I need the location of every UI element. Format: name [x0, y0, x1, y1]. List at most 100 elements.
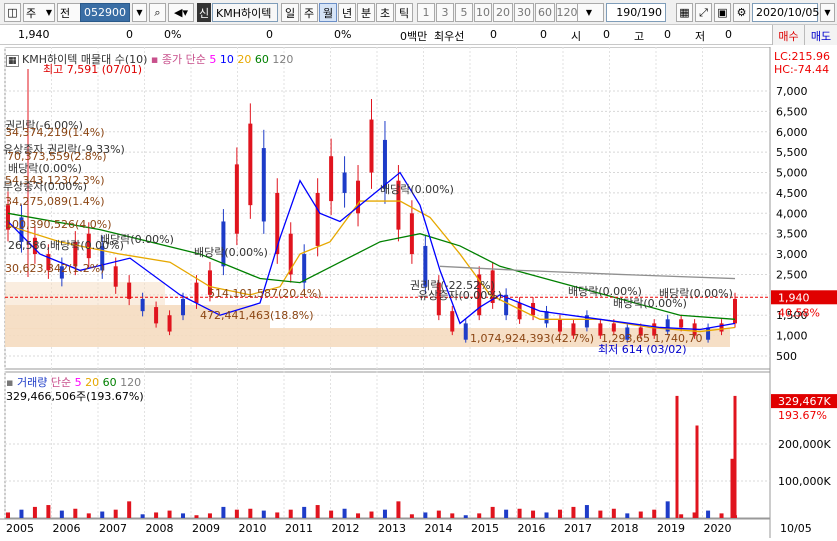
quote-price: 1,940: [18, 28, 50, 41]
period-select[interactable]: 주 ▼: [23, 3, 55, 22]
volume-bar: [571, 506, 576, 518]
period-tab-2[interactable]: 월: [319, 3, 337, 22]
stock-code-value: 052900: [84, 6, 126, 19]
volume-bar: [261, 510, 266, 518]
zoom-icon[interactable]: ⤢: [695, 3, 712, 22]
candle: [557, 319, 562, 332]
price-panel-title: KMH하이텍 매물대 수(10): [22, 53, 148, 66]
candle: [127, 282, 132, 299]
candle: [167, 315, 172, 332]
annotation-label: 배당락(0.00%): [100, 233, 174, 246]
price-tick-label: 4,000: [776, 207, 808, 220]
volume-bar: [396, 501, 401, 518]
candle: [450, 311, 455, 332]
period-tab-5[interactable]: 초: [376, 3, 394, 22]
annotation-label: 배당락(0.00%): [194, 246, 268, 259]
quote-low: 0: [725, 28, 732, 41]
volume-bar: [315, 505, 320, 518]
chevron-down-icon: ▼: [45, 8, 52, 17]
interval-button-30[interactable]: 30: [514, 3, 534, 22]
price-legend: ▦ KMH하이텍 매물대 수(10) ▪ 종가 단순 5 10 20 60 12…: [6, 53, 294, 67]
date-value: 2020/10/05: [756, 6, 820, 19]
candle: [234, 164, 239, 234]
ma-20: 20: [237, 53, 252, 66]
interval-button-3[interactable]: 3: [436, 3, 454, 22]
candle: [315, 192, 320, 246]
sound-button[interactable]: ◀▾: [168, 3, 194, 22]
bar-count-input[interactable]: 190/190: [606, 3, 666, 22]
quote-v3: 0: [540, 28, 547, 41]
bar-count-value: 190/190: [616, 6, 662, 19]
volume-bar: [463, 515, 468, 518]
annotation-label: 배당락(0.00%): [659, 287, 733, 300]
volume-bar: [356, 513, 361, 518]
volume-bar: [409, 514, 414, 518]
volume-bar: [32, 506, 37, 518]
price-tick-label: 6,000: [776, 126, 808, 139]
interval-button-120[interactable]: 120: [556, 3, 578, 22]
chart-settings-icon[interactable]: ▦: [6, 55, 19, 67]
search-button[interactable]: ⌕: [149, 3, 166, 22]
candle: [517, 303, 522, 320]
bar-count-select[interactable]: ▼: [574, 3, 604, 22]
date-input[interactable]: 2020/10/05: [752, 3, 820, 22]
volume-bar: [369, 511, 374, 518]
annotation-label: 배당락(0.00%): [380, 183, 454, 196]
period-tab-0[interactable]: 일: [281, 3, 299, 22]
candle: [409, 213, 414, 255]
year-label: 2019: [657, 522, 685, 535]
code-dropdown-button[interactable]: ▼: [132, 3, 147, 22]
volume-bar: [207, 513, 212, 518]
quote-low-label: 저: [695, 30, 706, 43]
price-tick-label: 7,000: [776, 85, 808, 98]
volume-bar: [611, 508, 616, 518]
price-tick-label: 1,000: [776, 330, 808, 343]
grid-icon[interactable]: ▦: [676, 3, 693, 22]
chevron-down-icon: ▼: [585, 8, 593, 17]
volume-bar: [504, 509, 509, 518]
interval-button-5[interactable]: 5: [455, 3, 473, 22]
volume-bar: [436, 510, 441, 518]
sell-button[interactable]: 매도: [804, 25, 837, 45]
volume-bar: [221, 506, 226, 518]
year-label: 2008: [146, 522, 174, 535]
volume-bar: [167, 510, 172, 518]
period-select-value: 주: [26, 6, 37, 20]
save-icon[interactable]: ▣: [714, 3, 731, 22]
interval-button-1[interactable]: 1: [417, 3, 435, 22]
speaker-icon: ◀▾: [174, 6, 188, 19]
volume-bar: [695, 425, 699, 518]
volume-bar: [100, 511, 105, 518]
period-tab-3[interactable]: 년: [338, 3, 356, 22]
stock-code-input[interactable]: 052900: [80, 3, 130, 22]
candle: [181, 298, 186, 316]
chart-type-icon[interactable]: ◫: [4, 3, 21, 22]
price-tick-label: 500: [776, 350, 797, 363]
volume-bar: [625, 513, 630, 518]
calendar-button[interactable]: ▼: [820, 3, 835, 22]
year-label: 2006: [53, 522, 81, 535]
gear-icon[interactable]: ⚙: [733, 3, 750, 22]
quote-change-pct: 0%: [164, 28, 182, 41]
buy-button[interactable]: 매수: [772, 25, 804, 45]
chart-canvas[interactable]: 7,000 6,500 6,000 5,500 5,000 4,500 4,000 3,500…: [0, 46, 837, 538]
year-label: 2005: [6, 522, 34, 535]
candle: [261, 148, 266, 222]
period-tab-4[interactable]: 분: [357, 3, 375, 22]
volume-bar: [6, 512, 10, 518]
interval-button-60[interactable]: 60: [535, 3, 555, 22]
lc-label: LC:215.96: [774, 50, 831, 63]
period-tab-6[interactable]: 틱: [395, 3, 413, 22]
volume-bar: [584, 505, 589, 518]
volume-bar: [557, 509, 562, 518]
candle: [113, 266, 118, 287]
chart-area: 7,000 6,500 6,000 5,500 5,000 4,500 4,000 3,500…: [0, 46, 837, 538]
candle: [248, 123, 253, 206]
period-tab-1[interactable]: 주: [300, 3, 318, 22]
search-icon: ⌕: [154, 5, 161, 19]
ma-10: 10: [219, 53, 234, 66]
candle: [329, 156, 334, 202]
interval-button-10[interactable]: 10: [474, 3, 492, 22]
quote-open-label: 시: [571, 30, 582, 43]
interval-button-20[interactable]: 20: [493, 3, 513, 22]
